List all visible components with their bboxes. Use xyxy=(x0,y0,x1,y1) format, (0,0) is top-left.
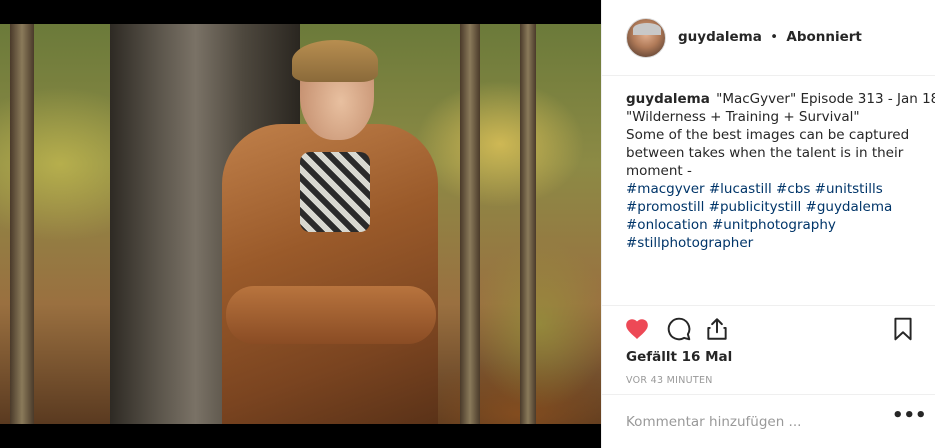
hashtag-line[interactable]: #stillphotographer xyxy=(626,234,916,252)
caption-text: "Wilderness + Training + Survival" xyxy=(626,109,860,125)
person-hair xyxy=(292,40,378,82)
comment-icon[interactable] xyxy=(666,316,692,342)
follow-status-button[interactable]: Abonniert xyxy=(786,29,862,45)
post-header: guydalema • Abonniert xyxy=(602,0,935,76)
post-photo[interactable] xyxy=(0,24,601,424)
comment-input[interactable] xyxy=(626,411,876,433)
background-tree xyxy=(10,24,34,424)
bookmark-icon[interactable] xyxy=(890,316,916,342)
post-caption: guydalema "MacGyver" Episode 313 - Jan 1… xyxy=(626,90,935,252)
caption-text: between takes when the talent is in thei… xyxy=(626,145,904,161)
header-separator: • xyxy=(770,29,779,45)
caption-username[interactable]: guydalema xyxy=(626,91,710,107)
avatar[interactable] xyxy=(626,18,666,58)
header-username[interactable]: guydalema xyxy=(678,29,762,45)
hashtag-line[interactable]: #promostill #publicitystill #guydalema xyxy=(626,198,916,216)
caption-text: moment - xyxy=(626,163,692,179)
caption-text: "MacGyver" Episode 313 - Jan 18 xyxy=(716,91,935,107)
background-tree xyxy=(520,24,536,424)
person-scarf xyxy=(300,152,370,232)
heart-icon[interactable] xyxy=(624,316,650,342)
share-icon[interactable] xyxy=(704,316,730,342)
post-timestamp: VOR 43 MINUTEN xyxy=(626,375,713,386)
background-tree xyxy=(460,24,480,424)
more-options-icon[interactable]: ••• xyxy=(892,407,927,431)
action-bar xyxy=(602,305,935,345)
person-arms xyxy=(226,286,436,344)
post-media[interactable] xyxy=(0,0,601,448)
caption-text: Some of the best images can be captured xyxy=(626,127,910,143)
hashtag-line[interactable]: #onlocation #unitphotography xyxy=(626,216,916,234)
hashtag-line[interactable]: #macgyver #lucastill #cbs #unitstills xyxy=(626,180,916,198)
likes-count[interactable]: Gefällt 16 Mal xyxy=(626,349,732,365)
comment-section: ••• xyxy=(602,394,935,448)
header-line: guydalema • Abonniert xyxy=(678,29,862,45)
post-sidebar: guydalema • Abonniert guydalema "MacGyve… xyxy=(601,0,935,448)
